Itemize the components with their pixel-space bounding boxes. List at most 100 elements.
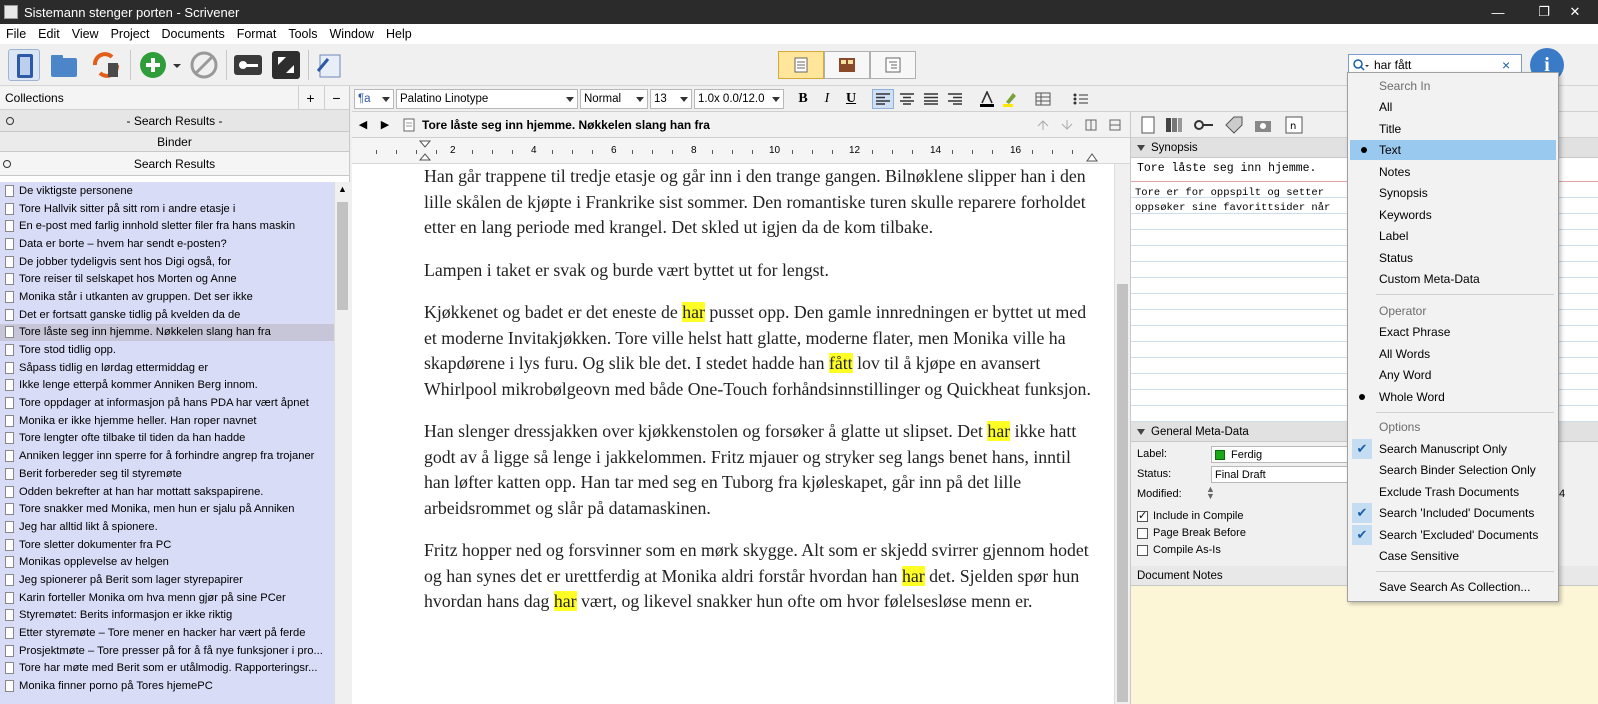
search-in-notes[interactable]: Notes (1348, 162, 1558, 182)
list-item[interactable]: De jobber tydeligvis sent hos Digi også,… (0, 253, 334, 271)
list-item[interactable]: Tore snakker med Monika, men hun er sjal… (0, 500, 334, 518)
menu-window[interactable]: Window (324, 27, 380, 41)
search-in-status[interactable]: Status (1348, 248, 1558, 268)
list-item-selected[interactable]: Tore låste seg inn hjemme. Nøkkelen slan… (0, 323, 334, 342)
search-results-tab[interactable]: - Search Results - (0, 110, 349, 132)
option-search-binder-selection-only[interactable]: Search Binder Selection Only (1348, 460, 1558, 480)
search-in-title[interactable]: Title (1348, 119, 1558, 139)
list-item[interactable]: Monika står i utkanten av gruppen. Det s… (0, 288, 334, 306)
search-in-label[interactable]: Label (1348, 226, 1558, 246)
search-in-all[interactable]: All (1348, 97, 1558, 117)
table-button[interactable] (1032, 89, 1054, 109)
trash-button[interactable] (188, 49, 220, 81)
ruler[interactable]: 2 4 6 8 10 12 14 16 (352, 138, 1130, 164)
text-color-button[interactable] (976, 89, 998, 109)
option-search-excluded[interactable]: ✔ Search 'Excluded' Documents (1348, 525, 1558, 545)
align-left-button[interactable] (872, 89, 894, 109)
compile-as-is-checkbox[interactable]: Compile As-Is (1137, 544, 1221, 556)
option-search-manuscript-only[interactable]: ✔ Search Manuscript Only (1348, 439, 1558, 459)
list-item[interactable]: Odden bekrefter at han har mottatt saksp… (0, 483, 334, 501)
list-item[interactable]: Etter styremøte – Tore mener en hacker h… (0, 624, 334, 642)
align-right-button[interactable] (944, 89, 966, 109)
list-item[interactable]: Såpass tidlig en lørdag ettermiddag er (0, 359, 334, 377)
close-button[interactable]: ✕ (1552, 0, 1598, 24)
minimize-button[interactable]: — (1475, 0, 1521, 24)
menu-documents[interactable]: Documents (155, 27, 230, 41)
save-search-as-collection[interactable]: Save Search As Collection... (1348, 577, 1558, 597)
list-item[interactable]: Tore stod tidlig opp. (0, 341, 334, 359)
editor-scrollbar[interactable] (1114, 164, 1130, 704)
keywords-button[interactable] (232, 49, 264, 81)
menu-project[interactable]: Project (105, 27, 156, 41)
operator-exact-phrase[interactable]: Exact Phrase (1348, 322, 1558, 342)
font-family-select[interactable]: Palatino Linotype (396, 89, 578, 109)
menu-view[interactable]: View (66, 27, 105, 41)
list-item[interactable]: Karin forteller Monika om hva menn gjør … (0, 589, 334, 607)
binder-toggle-button[interactable] (8, 49, 40, 81)
style-select[interactable]: ¶a (354, 89, 394, 109)
clear-search-icon[interactable]: × (1502, 57, 1510, 73)
option-search-included[interactable]: ✔ Search 'Included' Documents (1348, 503, 1558, 523)
bold-button[interactable]: B (792, 89, 814, 109)
snapshot-icon[interactable] (1253, 115, 1275, 135)
list-item[interactable]: Berit forbereder seg til styremøte (0, 465, 334, 483)
modified-stepper-icon[interactable]: ▲ ▼ (1206, 485, 1215, 501)
list-item[interactable]: Monika finner porno på Tores hjemePC (0, 677, 334, 695)
sync-button[interactable] (90, 49, 122, 81)
operator-whole-word[interactable]: Whole Word (1348, 387, 1558, 407)
collapse-triangle-icon[interactable] (1137, 144, 1145, 151)
font-weight-select[interactable]: Normal (580, 89, 648, 109)
editor-scroll-thumb[interactable] (1117, 284, 1128, 702)
list-item[interactable]: Monikas opplevelse av helgen (0, 553, 334, 571)
align-justify-button[interactable] (920, 89, 942, 109)
binder-tab[interactable]: Binder (0, 132, 349, 152)
indent-marker-icon[interactable] (419, 140, 431, 162)
list-item[interactable]: Tore oppdager at informasjon på hans PDA… (0, 394, 334, 412)
search-input[interactable] (1374, 58, 1492, 72)
forward-arrow-icon[interactable]: ▶ (374, 118, 396, 131)
tag-icon[interactable] (1223, 115, 1245, 135)
label-select[interactable]: Ferdig (1211, 446, 1351, 463)
add-document-button[interactable] (138, 49, 170, 81)
list-item[interactable]: Monika er ikke hjemme heller. Han roper … (0, 412, 334, 430)
list-item[interactable]: En e-post med farlig innhold sletter fil… (0, 217, 334, 235)
include-compile-checkbox[interactable]: Include in Compile (1137, 509, 1244, 522)
operator-any-word[interactable]: Any Word (1348, 365, 1558, 385)
search-in-keywords[interactable]: Keywords (1348, 205, 1558, 225)
align-center-button[interactable] (896, 89, 918, 109)
menu-format[interactable]: Format (231, 27, 283, 41)
editor-text-area[interactable]: Han går trappene til tredje etasje og gå… (352, 164, 1114, 704)
list-item[interactable]: Tore reiser til selskapet hos Morten og … (0, 270, 334, 288)
notes-tab-icon[interactable] (1137, 115, 1159, 135)
compile-button[interactable] (314, 49, 346, 81)
checkbox[interactable] (1137, 527, 1148, 539)
collections-button[interactable] (48, 49, 80, 81)
list-item[interactable]: Ikke lenge etterpå kommer Anniken Berg i… (0, 377, 334, 395)
status-select[interactable]: Final Draft (1211, 466, 1351, 483)
list-item[interactable]: Jeg har alltid likt å spionere. (0, 518, 334, 536)
right-indent-marker-icon[interactable] (1086, 152, 1098, 162)
highlight-button[interactable] (1000, 89, 1022, 109)
page-break-checkbox[interactable]: Page Break Before (1137, 527, 1246, 539)
italic-button[interactable]: I (816, 89, 838, 109)
add-menu-arrow[interactable] (170, 49, 184, 81)
list-item[interactable]: Styremøtet: Berits informasjon er ikke r… (0, 607, 334, 625)
menu-edit[interactable]: Edit (32, 27, 66, 41)
list-item[interactable]: Anniken legger inn sperre for å forhindr… (0, 447, 334, 465)
checkbox[interactable] (1137, 544, 1148, 556)
view-mode-outline[interactable] (870, 51, 916, 79)
remove-collection-button[interactable]: − (324, 86, 348, 110)
checkbox-checked[interactable] (1137, 509, 1148, 522)
comments-tab-icon[interactable]: n (1283, 115, 1305, 135)
option-exclude-trash[interactable]: Exclude Trash Documents (1348, 482, 1558, 502)
full-screen-button[interactable] (270, 49, 302, 81)
list-item[interactable]: Tore har møte med Berit som er utålmodig… (0, 660, 334, 678)
menu-tools[interactable]: Tools (282, 27, 323, 41)
menu-file[interactable]: File (0, 27, 32, 41)
back-arrow-icon[interactable]: ◀ (352, 118, 374, 131)
keywords-tab-icon[interactable] (1193, 115, 1215, 135)
binder-scrollbar[interactable]: ▲ (334, 182, 350, 704)
list-item[interactable]: Tore lengter ofte tilbake til tiden da h… (0, 430, 334, 448)
search-in-text[interactable]: Text (1350, 140, 1556, 160)
search-in-synopsis[interactable]: Synopsis (1348, 183, 1558, 203)
